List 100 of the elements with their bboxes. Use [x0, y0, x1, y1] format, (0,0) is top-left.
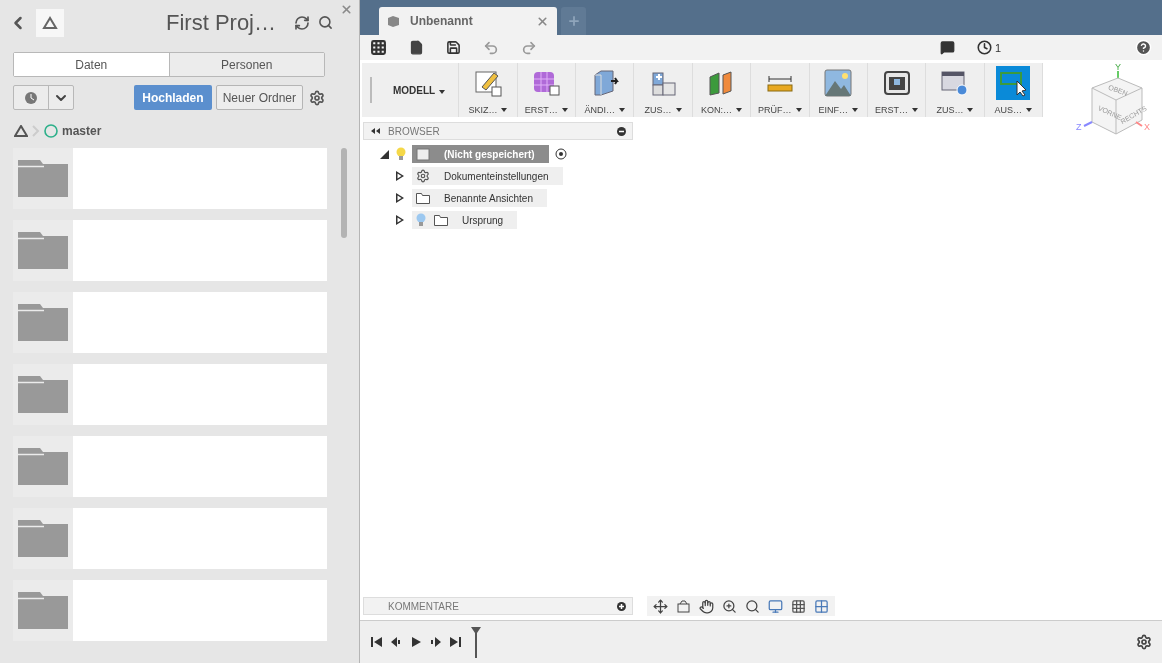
- scrollbar[interactable]: [341, 148, 347, 238]
- folder-item[interactable]: [13, 436, 327, 497]
- project-circle-icon: [44, 124, 58, 138]
- settings-icon[interactable]: [309, 89, 325, 106]
- caret-icon: [795, 108, 802, 112]
- apps-grid-icon[interactable]: [370, 39, 387, 56]
- folder-item[interactable]: [13, 148, 327, 209]
- refresh-icon[interactable]: [294, 14, 310, 31]
- tree-item[interactable]: Ursprung: [412, 211, 518, 229]
- document-tab[interactable]: Unbenannt: [379, 7, 557, 35]
- collapse-icon[interactable]: [370, 125, 382, 137]
- folder-icon: [18, 592, 68, 629]
- folder-icon: [18, 448, 68, 485]
- folder-icon: [18, 232, 68, 269]
- plus-icon[interactable]: [617, 601, 626, 611]
- look-at-icon[interactable]: [676, 598, 691, 614]
- job-count: 1: [994, 41, 1001, 54]
- toolbar-group[interactable]: ERST…: [867, 63, 927, 117]
- clock-icon[interactable]: [976, 40, 992, 55]
- expanded-triangle-icon[interactable]: [378, 148, 390, 160]
- redo-icon[interactable]: [521, 39, 537, 56]
- orbit-icon[interactable]: [653, 598, 668, 614]
- caret-icon: [851, 108, 858, 112]
- branch-label[interactable]: master: [62, 124, 102, 138]
- image-icon: [824, 69, 853, 97]
- play-icon[interactable]: [410, 636, 422, 648]
- radio-icon[interactable]: [554, 148, 567, 160]
- caret-icon: [967, 108, 974, 112]
- folder-item[interactable]: [13, 364, 327, 425]
- folder-item[interactable]: [13, 220, 327, 281]
- comment-icon[interactable]: [939, 40, 955, 55]
- panel-title: BROWSER: [388, 125, 441, 137]
- fit-icon[interactable]: [745, 598, 760, 614]
- file-icon[interactable]: [409, 40, 424, 55]
- grid-box-icon: [532, 69, 561, 97]
- caret-icon: [618, 108, 625, 112]
- collapsed-triangle-icon[interactable]: [394, 170, 406, 182]
- tree-item[interactable]: Dokumenteinstellungen: [412, 167, 563, 185]
- plus-icon: [566, 14, 581, 28]
- gear-icon: [416, 169, 430, 183]
- display-icon[interactable]: [768, 598, 783, 614]
- caret-icon: [1026, 108, 1033, 112]
- tree-item[interactable]: Benannte Ansichten: [412, 189, 547, 207]
- toolbar-group[interactable]: ZUS…: [634, 63, 693, 117]
- caret-icon: [675, 108, 682, 112]
- first-frame-icon[interactable]: [370, 636, 382, 648]
- folder-icon: [434, 214, 448, 226]
- folder-icon: [18, 304, 68, 341]
- zoom-icon[interactable]: [722, 598, 737, 614]
- next-step-icon[interactable]: [430, 636, 442, 648]
- toolbar-group[interactable]: ERST…: [517, 63, 576, 117]
- minus-icon[interactable]: [617, 126, 626, 136]
- select-cursor-icon: [999, 69, 1028, 97]
- undo-icon[interactable]: [483, 39, 499, 56]
- last-frame-icon[interactable]: [450, 636, 462, 648]
- folder-icon: [18, 376, 68, 413]
- toolbar-group[interactable]: SKIZ…: [459, 63, 518, 117]
- toolbar-group[interactable]: ÄNDI…: [576, 63, 635, 117]
- timeline-marker-icon[interactable]: [470, 626, 482, 658]
- search-icon[interactable]: [318, 15, 333, 30]
- new-folder-button[interactable]: Neuer Ordner: [215, 85, 303, 110]
- box-icon: [416, 147, 430, 161]
- light-bulb-icon[interactable]: [396, 147, 406, 161]
- chevron-right-icon: [32, 125, 40, 137]
- toolbar-group[interactable]: AUS…: [984, 63, 1043, 117]
- settings-icon[interactable]: [1136, 634, 1152, 650]
- collapsed-triangle-icon[interactable]: [394, 192, 406, 204]
- panel-tab[interactable]: Personen: [168, 53, 324, 76]
- hub-logo[interactable]: [36, 8, 64, 37]
- toolbar-group[interactable]: ZUS…: [926, 63, 985, 117]
- folder-icon: [416, 192, 430, 204]
- toolbar-group[interactable]: PRÜF…: [751, 63, 810, 117]
- sketch-pencil-icon: [473, 69, 502, 97]
- close-icon[interactable]: [340, 3, 353, 16]
- caret-icon: [501, 108, 508, 112]
- viewports-icon[interactable]: [814, 598, 829, 614]
- hub-icon[interactable]: [14, 125, 28, 137]
- toolbar-group[interactable]: EINF…: [809, 63, 868, 117]
- script-gear-icon: [940, 69, 969, 97]
- folder-item[interactable]: [13, 580, 327, 641]
- cube-icon: [387, 14, 400, 28]
- help-icon[interactable]: [1135, 39, 1152, 56]
- collapsed-triangle-icon[interactable]: [394, 214, 406, 226]
- folder-item[interactable]: [13, 508, 327, 569]
- folder-item[interactable]: [13, 292, 327, 353]
- blocks-plus-icon: [649, 69, 678, 97]
- workspace-dropdown[interactable]: MODELL: [380, 63, 460, 117]
- caret-icon: [735, 108, 742, 112]
- project-title: First Proj…: [165, 9, 276, 36]
- save-icon[interactable]: [446, 40, 461, 55]
- folder-icon: [18, 520, 68, 557]
- panel-tab[interactable]: Daten: [14, 53, 169, 76]
- pan-hand-icon[interactable]: [699, 598, 714, 614]
- close-icon[interactable]: [536, 14, 549, 28]
- panel-title: KOMMENTARE: [388, 600, 460, 612]
- grid-icon[interactable]: [791, 598, 806, 614]
- toolbar-group[interactable]: KON:…: [692, 63, 752, 117]
- printer-icon: [882, 69, 911, 97]
- version-dropdown[interactable]: [13, 85, 74, 110]
- previous-step-icon[interactable]: [390, 636, 402, 648]
